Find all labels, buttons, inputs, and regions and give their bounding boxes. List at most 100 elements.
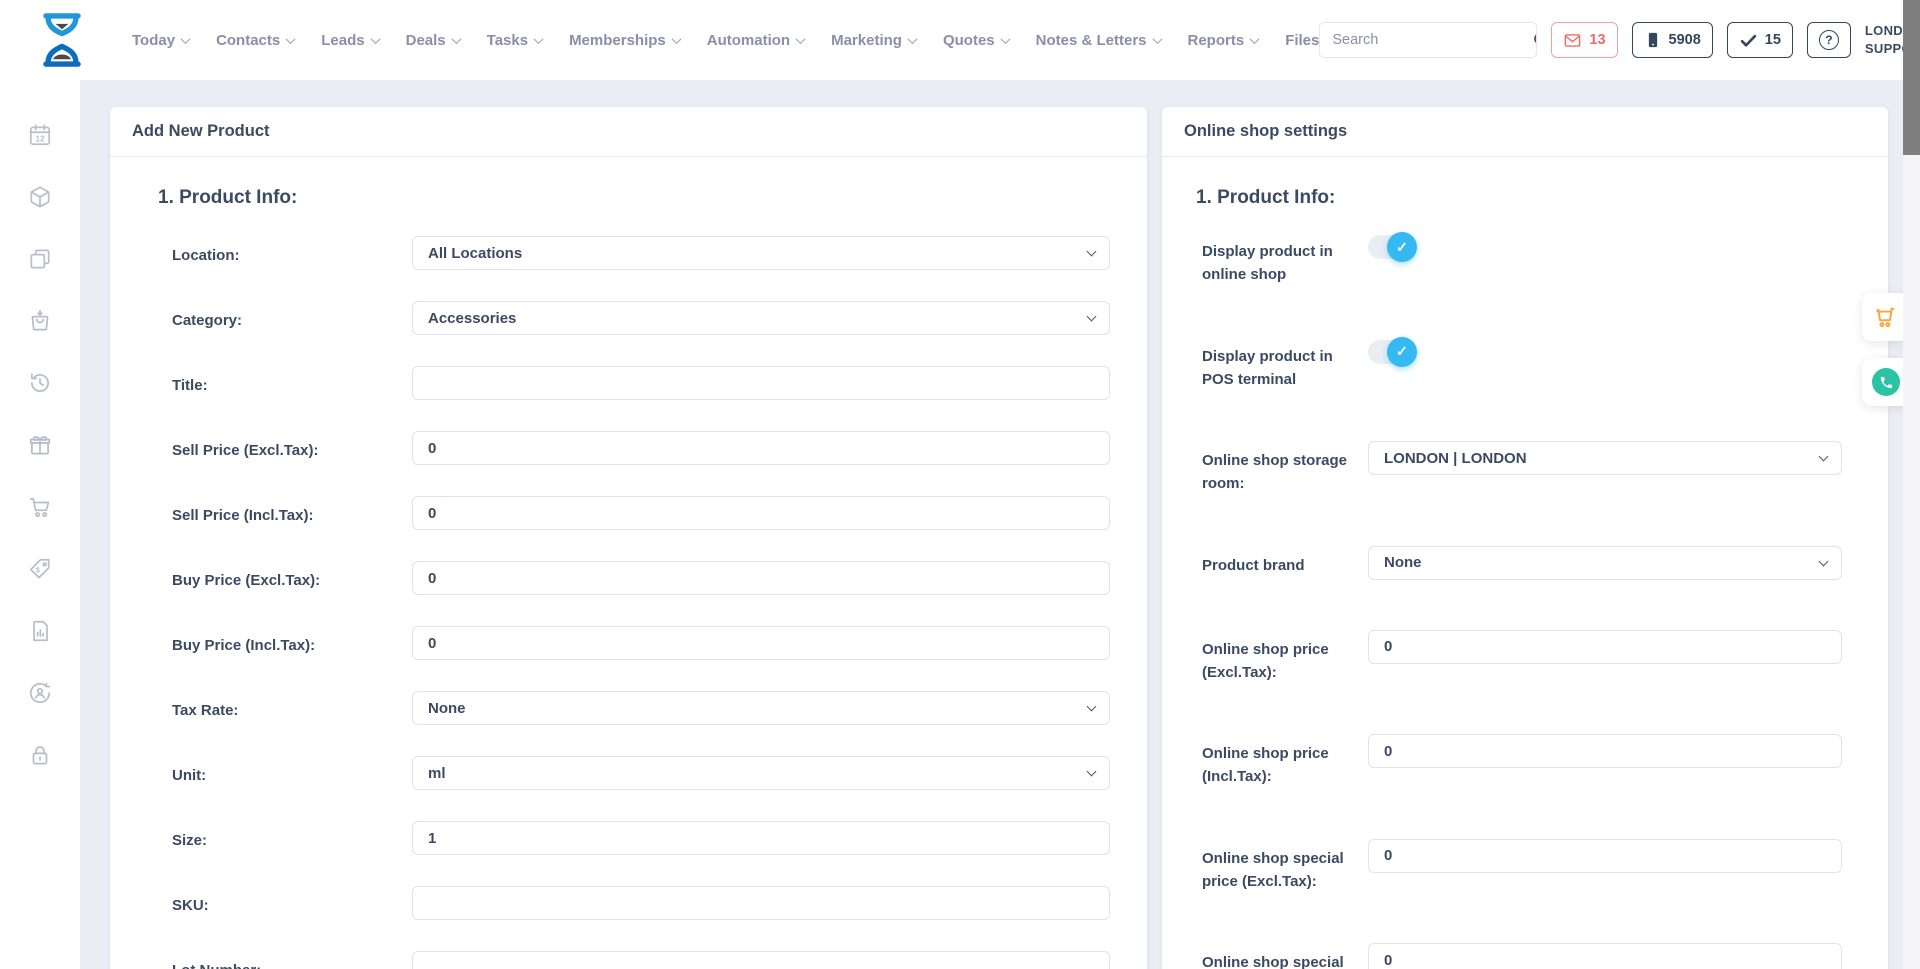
nav-item-automation[interactable]: Automation [707, 32, 804, 49]
chevron-down-icon [671, 34, 681, 44]
product-brand-select[interactable]: None [1368, 546, 1842, 580]
location-select[interactable]: All Locations [412, 236, 1110, 270]
section-heading: 1. Product Info: [1196, 187, 1888, 209]
section-heading: 1. Product Info: [158, 187, 1147, 209]
nav-item-quotes[interactable]: Quotes [943, 32, 1009, 49]
scrollbar-thumb[interactable] [1903, 0, 1920, 155]
form-row-product-brand: Product brand None [1202, 546, 1842, 580]
nav-item-notes-letters[interactable]: Notes & Letters [1036, 32, 1161, 49]
nav-item-deals[interactable]: Deals [406, 32, 460, 49]
form-row-storage-room: Online shop storage room: LONDON | LONDO… [1202, 441, 1842, 496]
chevron-down-icon [1152, 34, 1162, 44]
tasks-badge[interactable]: 15 [1727, 22, 1793, 58]
phone-icon [1872, 368, 1900, 396]
left-sidebar: 12 [0, 80, 80, 969]
shopping-bag-icon[interactable] [27, 308, 53, 334]
form-row-display-online-shop: Display product in online shop ✓ [1202, 232, 1842, 287]
special-price-incl-input[interactable] [1368, 943, 1842, 969]
form-row-sku: SKU: [172, 886, 1110, 920]
chevron-down-icon [1087, 247, 1097, 257]
chevron-down-icon [1819, 556, 1829, 566]
title-input[interactable] [412, 366, 1110, 400]
chevron-down-icon [286, 34, 296, 44]
online-shop-form: Display product in online shop ✓ Display… [1162, 232, 1888, 969]
nav-item-today[interactable]: Today [132, 32, 189, 49]
chevron-down-icon [534, 34, 544, 44]
tasks-count: 15 [1765, 32, 1781, 48]
nav-item-contacts[interactable]: Contacts [216, 32, 294, 49]
chevron-down-icon [908, 34, 918, 44]
nav-item-files[interactable]: Files [1285, 32, 1319, 49]
form-row-shop-price-incl: Online shop price (Incl.Tax): [1202, 734, 1842, 789]
report-icon[interactable] [27, 618, 53, 644]
calls-count: 5908 [1669, 32, 1701, 48]
svg-text:$: $ [36, 565, 41, 574]
form-row-buy-price-excl: Buy Price (Excl.Tax): [172, 561, 1110, 595]
chevron-down-icon [1250, 34, 1260, 44]
page-scrollbar [1903, 0, 1920, 969]
mobile-phone-icon [1644, 31, 1662, 49]
category-select[interactable]: Accessories [412, 301, 1110, 335]
nav-item-tasks[interactable]: Tasks [487, 32, 542, 49]
product-form: Location: All Locations Category: Access… [110, 236, 1147, 969]
cart-icon[interactable] [27, 494, 53, 520]
toggle-check-icon: ✓ [1387, 232, 1417, 262]
form-row-title: Title: [172, 366, 1110, 400]
unit-select[interactable]: ml [412, 756, 1110, 790]
size-input[interactable] [412, 821, 1110, 855]
top-navbar: Today Contacts Leads Deals Tasks Members… [0, 0, 1903, 80]
buy-price-incl-input[interactable] [412, 626, 1110, 660]
panel-title: Online shop settings [1162, 107, 1888, 157]
hourglass-logo-icon[interactable] [36, 10, 88, 70]
lock-icon[interactable] [27, 742, 53, 768]
nav-item-leads[interactable]: Leads [321, 32, 378, 49]
special-price-excl-input[interactable] [1368, 839, 1842, 873]
panel-title: Add New Product [110, 107, 1147, 157]
chevron-down-icon [1819, 452, 1829, 462]
form-row-special-price-incl: Online shop special price (Incl.Tax): [1202, 943, 1842, 969]
shop-price-excl-input[interactable] [1368, 630, 1842, 664]
search-icon[interactable] [1531, 23, 1537, 57]
nav-item-marketing[interactable]: Marketing [831, 32, 916, 49]
question-icon: ? [1819, 30, 1839, 50]
duplicate-icon[interactable] [27, 246, 53, 272]
shop-price-incl-input[interactable] [1368, 734, 1842, 768]
storage-room-select[interactable]: LONDON | LONDON [1368, 441, 1842, 475]
form-row-lot-number: Lot Number: [172, 951, 1110, 969]
nav-item-memberships[interactable]: Memberships [569, 32, 680, 49]
lot-number-input[interactable] [412, 951, 1110, 969]
online-shop-settings-panel: Online shop settings 1. Product Info: Di… [1162, 107, 1888, 969]
checkmark-icon [1739, 31, 1758, 50]
messages-count: 13 [1589, 32, 1605, 48]
form-row-special-price-excl: Online shop special price (Excl.Tax): [1202, 839, 1842, 894]
form-row-sell-price-excl: Sell Price (Excl.Tax): [172, 431, 1110, 465]
nav-item-reports[interactable]: Reports [1188, 32, 1259, 49]
sell-price-excl-input[interactable] [412, 431, 1110, 465]
history-icon[interactable] [27, 370, 53, 396]
search-input[interactable] [1320, 23, 1531, 57]
chevron-down-icon [1087, 312, 1097, 322]
gift-icon[interactable] [27, 432, 53, 458]
calendar-icon[interactable]: 12 [27, 122, 53, 148]
main-nav: Today Contacts Leads Deals Tasks Members… [132, 32, 1319, 49]
tax-rate-select[interactable]: None [412, 691, 1110, 725]
package-icon[interactable] [27, 184, 53, 210]
sku-input[interactable] [412, 886, 1110, 920]
form-row-tax-rate: Tax Rate: None [172, 691, 1110, 725]
buy-price-excl-input[interactable] [412, 561, 1110, 595]
chevron-down-icon [1087, 702, 1097, 712]
calls-badge[interactable]: 5908 [1632, 22, 1713, 58]
chevron-down-icon [1087, 767, 1097, 777]
chevron-down-icon [796, 34, 806, 44]
messages-badge[interactable]: 13 [1551, 22, 1617, 58]
account-sync-icon[interactable] [27, 680, 53, 706]
help-button[interactable]: ? [1807, 22, 1851, 58]
sell-price-incl-input[interactable] [412, 496, 1110, 530]
cart-icon [1873, 304, 1899, 330]
price-tag-icon[interactable]: $ [27, 556, 53, 582]
display-online-shop-toggle[interactable]: ✓ [1368, 235, 1414, 259]
display-pos-toggle[interactable]: ✓ [1368, 340, 1414, 364]
chevron-down-icon [1000, 34, 1010, 44]
form-row-unit: Unit: ml [172, 756, 1110, 790]
form-row-shop-price-excl: Online shop price (Excl.Tax): [1202, 630, 1842, 685]
